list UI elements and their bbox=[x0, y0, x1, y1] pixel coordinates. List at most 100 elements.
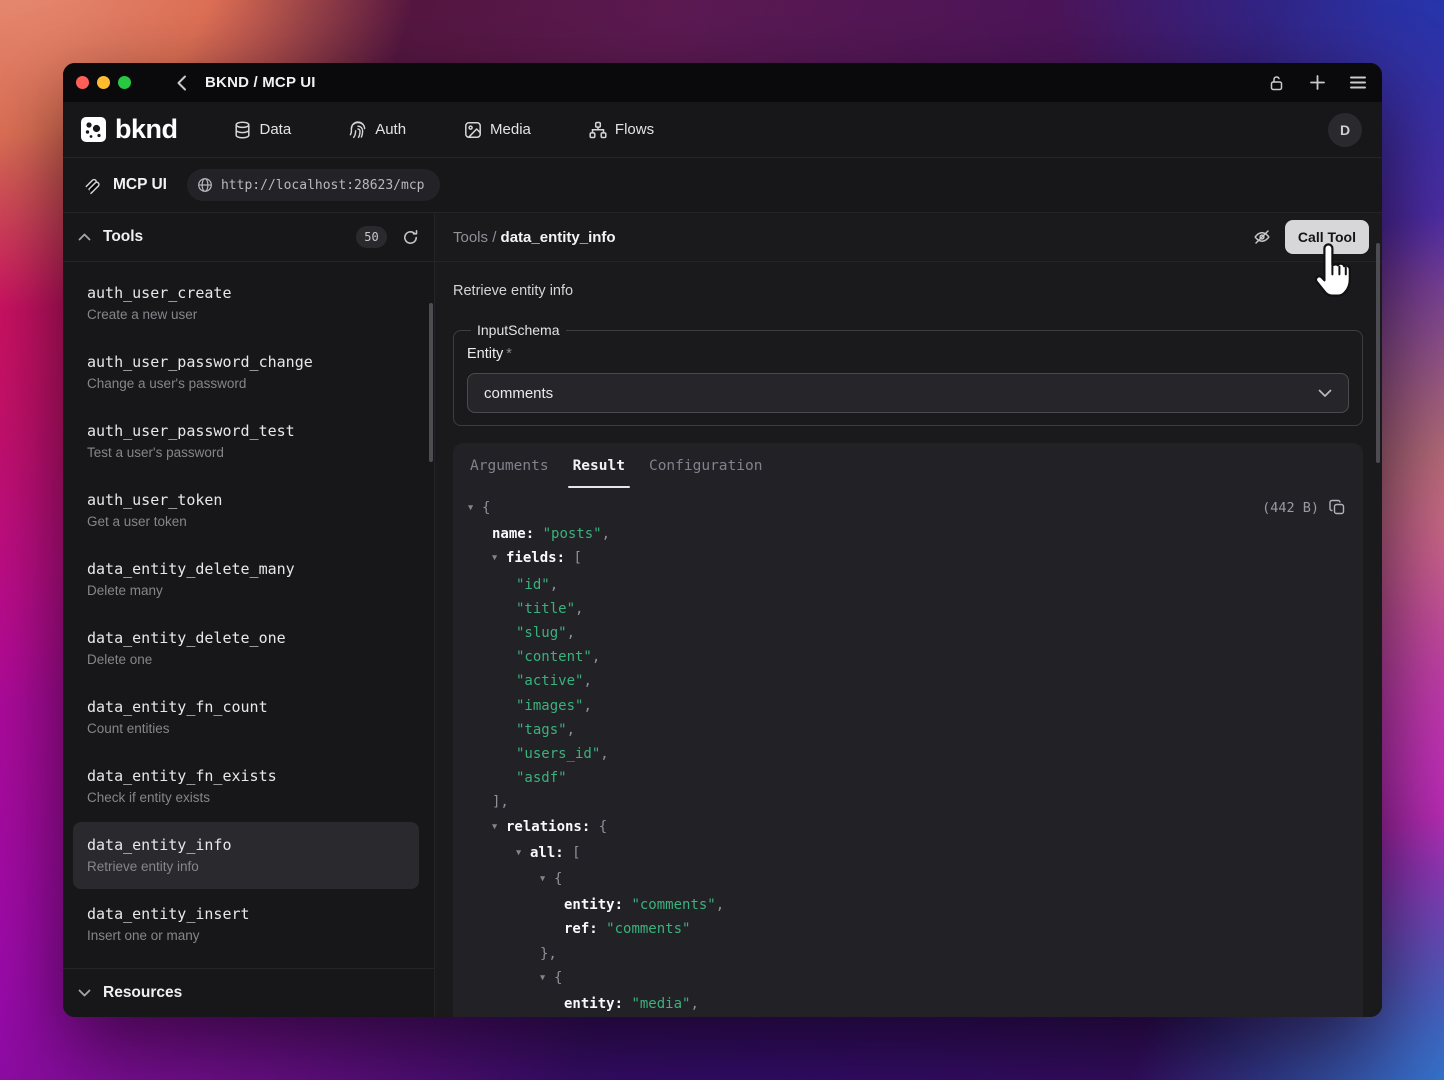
json-line: "images", bbox=[468, 694, 1347, 718]
json-line: ref: "comments" bbox=[468, 917, 1347, 941]
bknd-logo-icon bbox=[80, 116, 107, 143]
nav-label: Flows bbox=[615, 121, 654, 138]
traffic-light-close[interactable] bbox=[76, 76, 89, 89]
tool-item-data_entity_delete_many[interactable]: data_entity_delete_manyDelete many bbox=[73, 546, 419, 613]
tool-list: auth_user_createCreate a new userauth_us… bbox=[63, 262, 434, 958]
breadcrumb-root[interactable]: Tools bbox=[453, 229, 488, 246]
nav-item-auth[interactable]: Auth bbox=[349, 121, 406, 139]
tab-arguments[interactable]: Arguments bbox=[470, 443, 549, 488]
nav-label: Auth bbox=[375, 121, 406, 138]
chevron-down-icon bbox=[1318, 389, 1332, 398]
app-header: bknd Data Auth Media Flows D bbox=[63, 102, 1382, 158]
refresh-button[interactable] bbox=[401, 228, 419, 246]
disclosure-triangle-icon[interactable]: ▼ bbox=[468, 496, 477, 520]
flow-icon bbox=[589, 121, 607, 139]
main-scrollbar[interactable] bbox=[1376, 243, 1380, 463]
json-line: ], bbox=[468, 790, 1347, 814]
new-tab-button[interactable] bbox=[1306, 72, 1328, 94]
tool-description: Get a user token bbox=[87, 511, 405, 532]
disclosure-triangle-icon[interactable]: ▼ bbox=[540, 867, 549, 891]
tool-description: Delete many bbox=[87, 580, 405, 601]
result-panel: ArgumentsResultConfiguration ▼{name: "po… bbox=[453, 443, 1363, 1017]
tool-item-auth_user_token[interactable]: auth_user_tokenGet a user token bbox=[73, 477, 419, 544]
bknd-logo[interactable]: bknd bbox=[80, 114, 178, 145]
input-schema-legend: InputSchema bbox=[471, 322, 566, 338]
tool-item-data_entity_fn_count[interactable]: data_entity_fn_countCount entities bbox=[73, 684, 419, 751]
json-line: "id", bbox=[468, 573, 1347, 597]
copy-button[interactable] bbox=[1329, 499, 1346, 516]
json-line: entity: "comments", bbox=[468, 893, 1347, 917]
image-icon bbox=[464, 121, 482, 139]
traffic-light-maximize[interactable] bbox=[118, 76, 131, 89]
entity-label: Entity* bbox=[467, 346, 1349, 362]
json-line: ▼{ bbox=[468, 867, 1347, 893]
nav-label: Media bbox=[490, 121, 531, 138]
titlebar: BKND / MCP UI bbox=[63, 63, 1382, 102]
breadcrumb: Tools / data_entity_info bbox=[453, 229, 616, 246]
globe-icon bbox=[197, 177, 213, 193]
watch-off-button[interactable] bbox=[1252, 227, 1272, 247]
menu-button[interactable] bbox=[1347, 72, 1369, 94]
main-toolbar: Tools / data_entity_info Call Tool bbox=[435, 213, 1382, 262]
tool-name: data_entity_delete_one bbox=[87, 627, 405, 649]
app-window: BKND / MCP UI bknd DataAuthMediaFlows D … bbox=[63, 63, 1382, 1017]
nav-label: Data bbox=[260, 121, 292, 138]
resources-section-header[interactable]: Resources bbox=[63, 968, 434, 1017]
lock-button[interactable] bbox=[1265, 72, 1287, 94]
tool-name: data_entity_insert bbox=[87, 903, 405, 925]
traffic-light-minimize[interactable] bbox=[97, 76, 110, 89]
tool-description: Insert one or many bbox=[87, 925, 405, 946]
tool-item-auth_user_password_test[interactable]: auth_user_password_testTest a user's pas… bbox=[73, 408, 419, 475]
disclosure-triangle-icon[interactable]: ▼ bbox=[492, 546, 501, 570]
tool-description: Delete one bbox=[87, 649, 405, 670]
tools-section-header[interactable]: Tools 50 bbox=[63, 213, 434, 262]
json-line: "users_id", bbox=[468, 742, 1347, 766]
json-line: "content", bbox=[468, 645, 1347, 669]
tool-item-data_entity_fn_exists[interactable]: data_entity_fn_existsCheck if entity exi… bbox=[73, 753, 419, 820]
json-line: "asdf" bbox=[468, 766, 1347, 790]
tools-title: Tools bbox=[103, 228, 143, 246]
disclosure-triangle-icon[interactable]: ▼ bbox=[540, 966, 549, 990]
window-title: BKND / MCP UI bbox=[205, 74, 316, 91]
database-icon bbox=[234, 121, 252, 139]
tool-description-text: Retrieve entity info bbox=[453, 283, 1363, 300]
sidebar-scrollbar[interactable] bbox=[429, 303, 433, 462]
tool-item-auth_user_create[interactable]: auth_user_createCreate a new user bbox=[73, 270, 419, 337]
entity-select[interactable]: comments bbox=[467, 373, 1349, 413]
url-pill[interactable]: http://localhost:28623/mcp bbox=[187, 169, 441, 201]
chevron-down-icon bbox=[78, 989, 91, 997]
disclosure-triangle-icon[interactable]: ▼ bbox=[492, 815, 501, 839]
tool-item-data_entity_info[interactable]: data_entity_infoRetrieve entity info bbox=[73, 822, 419, 889]
plus-icon bbox=[1310, 75, 1325, 90]
json-line: }, bbox=[468, 942, 1347, 966]
tool-item-data_entity_delete_one[interactable]: data_entity_delete_oneDelete one bbox=[73, 615, 419, 682]
main-nav: Data Auth Media Flows bbox=[234, 121, 655, 139]
brand-name: bknd bbox=[115, 114, 178, 145]
tool-item-data_entity_insert[interactable]: data_entity_insertInsert one or many bbox=[73, 891, 419, 958]
chevron-left-icon bbox=[176, 75, 187, 91]
refresh-icon bbox=[402, 229, 419, 246]
input-schema-fieldset: InputSchema Entity* comments bbox=[453, 322, 1363, 426]
tool-name: auth_user_create bbox=[87, 282, 405, 304]
nav-item-data[interactable]: Data bbox=[234, 121, 292, 139]
disclosure-triangle-icon[interactable]: ▼ bbox=[516, 841, 525, 865]
tool-item-auth_user_password_change[interactable]: auth_user_password_changeChange a user's… bbox=[73, 339, 419, 406]
sidebar: Tools 50 auth_user_createCreate a new us… bbox=[63, 213, 435, 1017]
tool-description: Change a user's password bbox=[87, 373, 405, 394]
avatar[interactable]: D bbox=[1328, 113, 1362, 147]
tool-description: Retrieve entity info bbox=[87, 856, 405, 877]
json-line: ▼{ bbox=[468, 496, 1347, 522]
content: Tools 50 auth_user_createCreate a new us… bbox=[63, 213, 1382, 1017]
resources-title: Resources bbox=[103, 984, 182, 1002]
tab-configuration[interactable]: Configuration bbox=[649, 443, 763, 488]
main-panel: Tools / data_entity_info Call Tool Retri… bbox=[435, 213, 1382, 1017]
tools-count-badge: 50 bbox=[356, 226, 387, 248]
json-line: name: "posts", bbox=[468, 522, 1347, 546]
nav-item-media[interactable]: Media bbox=[464, 121, 531, 139]
hamburger-icon bbox=[1350, 76, 1366, 89]
nav-item-flows[interactable]: Flows bbox=[589, 121, 654, 139]
tool-description: Create a new user bbox=[87, 304, 405, 325]
back-button[interactable] bbox=[171, 73, 191, 93]
tabs: Arguments Result Configuration bbox=[453, 443, 1363, 488]
tab-result[interactable]: Result bbox=[573, 443, 625, 488]
